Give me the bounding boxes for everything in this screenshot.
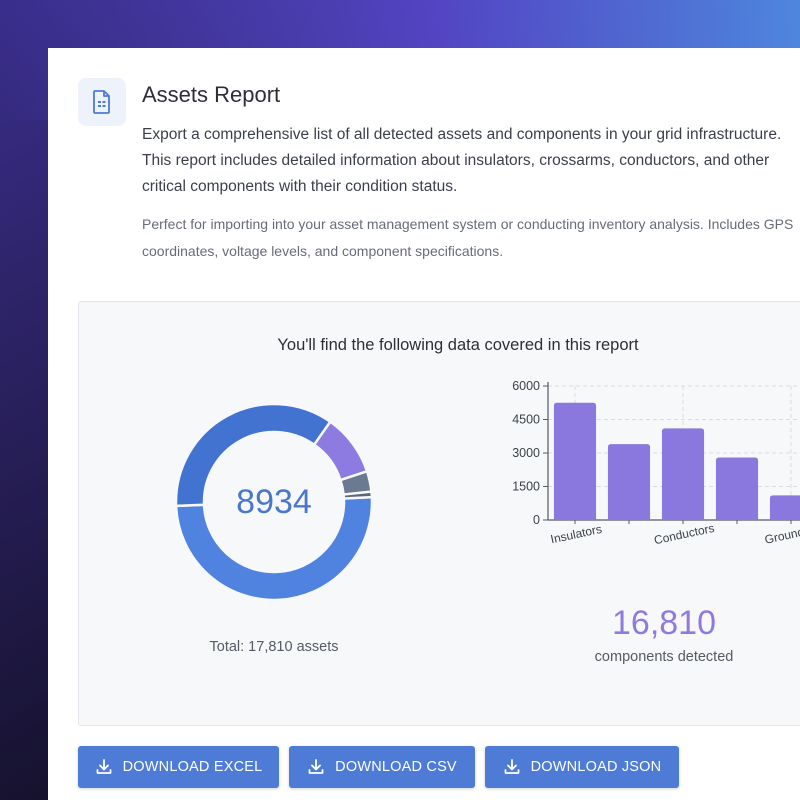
panel-title: You'll find the following data covered i… xyxy=(277,336,639,354)
report-title: Assets Report xyxy=(142,82,281,107)
bar-chart: 0 1500 3000 4500 6000 Insulators Conductors Gro… xyxy=(504,372,800,562)
bar xyxy=(715,457,759,520)
components-label: components detected xyxy=(594,649,734,665)
x-tick-label: Grounding xyxy=(763,521,800,546)
components-count: 16,810 xyxy=(612,604,716,642)
download-excel-label: DOWNLOAD EXCEL xyxy=(122,759,263,775)
bar xyxy=(607,444,651,520)
document-icon xyxy=(78,78,126,126)
report-card: Assets Report Export a comprehensive lis… xyxy=(48,48,800,800)
download-json-label: DOWNLOAD JSON xyxy=(530,759,662,775)
y-tick-label: 4500 xyxy=(512,413,540,427)
bar xyxy=(661,428,705,520)
data-coverage-panel: You'll find the following data covered i… xyxy=(78,301,800,726)
download-excel-button[interactable]: DOWNLOAD EXCEL xyxy=(78,746,279,788)
y-tick-label: 0 xyxy=(533,513,540,527)
report-subtext: Perfect for importing into your asset ma… xyxy=(142,216,794,259)
download-icon xyxy=(308,759,324,774)
donut-chart: 8934 xyxy=(174,402,374,602)
download-csv-label: DOWNLOAD CSV xyxy=(335,759,457,775)
download-json-button[interactable]: DOWNLOAD JSON xyxy=(485,746,679,788)
download-icon xyxy=(504,759,520,774)
x-tick-label: Conductors xyxy=(653,521,716,547)
y-tick-label: 3000 xyxy=(512,446,540,460)
download-icon xyxy=(96,759,112,774)
y-tick-label: 6000 xyxy=(512,379,540,393)
report-description: Export a comprehensive list of all detec… xyxy=(142,126,782,195)
donut-total-label: Total: 17,810 assets xyxy=(209,639,339,655)
x-tick-label: Insulators xyxy=(549,522,603,547)
y-tick-label: 1500 xyxy=(512,480,540,494)
download-csv-button[interactable]: DOWNLOAD CSV xyxy=(289,746,475,788)
donut-center-value: 8934 xyxy=(236,482,312,521)
bar xyxy=(769,495,800,520)
bar xyxy=(553,402,597,520)
